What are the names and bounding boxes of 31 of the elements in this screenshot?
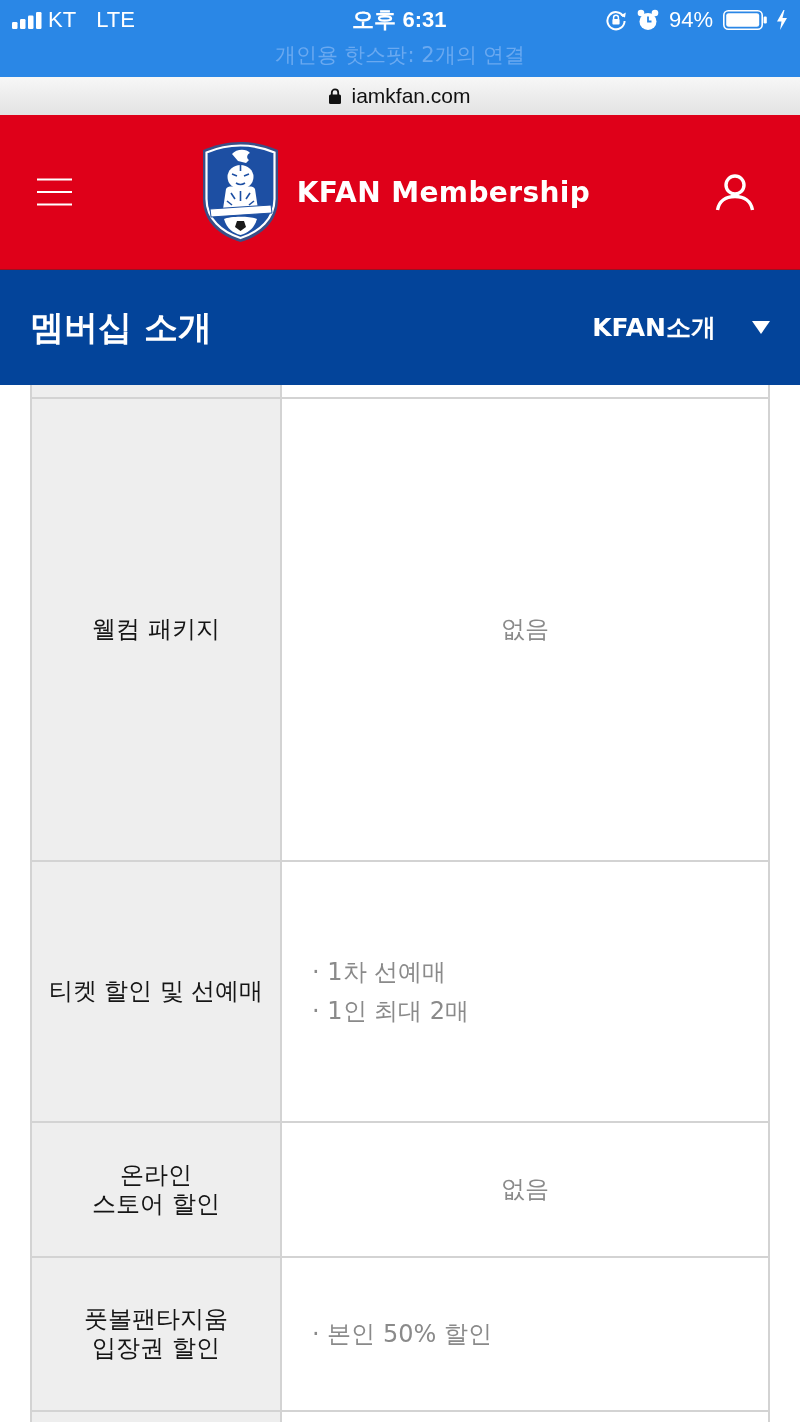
table-header-cell: 티켓 할인 및 선예매 bbox=[32, 862, 282, 1121]
alarm-clock-icon bbox=[636, 9, 659, 31]
cell-text: 없음 bbox=[501, 614, 549, 645]
charging-bolt-icon bbox=[777, 10, 787, 30]
network-type: LTE bbox=[96, 7, 135, 33]
clock-time: 오후 6:31 bbox=[352, 6, 447, 34]
caret-icon bbox=[752, 321, 770, 334]
cell-text: 없음 bbox=[501, 1174, 549, 1205]
url-text: iamkfan.com bbox=[351, 84, 471, 108]
menu-icon bbox=[37, 178, 72, 206]
list-item: · 1차 선예매 bbox=[312, 956, 448, 988]
list-item: · 본인 50% 할인 bbox=[312, 1318, 492, 1350]
menu-button[interactable] bbox=[37, 178, 72, 206]
table-header-cell: 온라인 스토어 할인 bbox=[32, 1123, 282, 1256]
battery-icon bbox=[723, 10, 767, 30]
lock-icon bbox=[329, 88, 342, 104]
rotation-lock-icon bbox=[604, 9, 627, 31]
shield-emblem-icon[interactable] bbox=[201, 141, 279, 243]
list-item: · 1인 최대 2매 bbox=[312, 995, 470, 1027]
section-dropdown[interactable]: KFAN소개 bbox=[592, 311, 770, 344]
site-title[interactable]: KFAN Membership bbox=[296, 175, 591, 209]
hotspot-notice: 개인용 핫스팟: 2개의 연결 bbox=[273, 42, 527, 69]
user-icon bbox=[715, 173, 755, 211]
signal-bars-icon bbox=[12, 11, 42, 29]
carrier-name: KT bbox=[48, 7, 77, 33]
address-bar[interactable]: iamkfan.com bbox=[0, 77, 800, 115]
table-header-cell: 웰컴 패키지 bbox=[32, 399, 282, 860]
account-button[interactable] bbox=[715, 173, 755, 211]
table-header-cell: 풋볼팬타지움 입장권 할인 bbox=[32, 1258, 282, 1410]
battery-percent: 94% bbox=[668, 7, 713, 33]
section-title: 멤버십 소개 bbox=[30, 305, 212, 349]
